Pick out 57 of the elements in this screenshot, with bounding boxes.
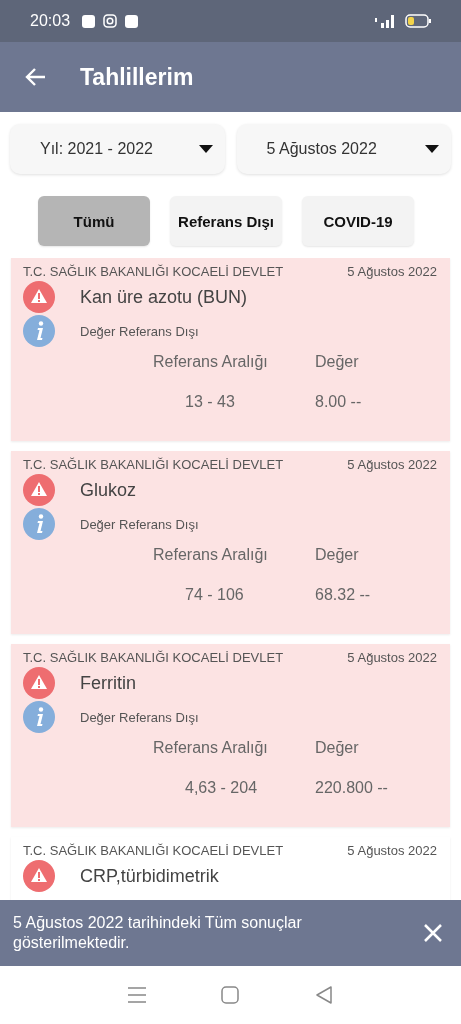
hospital-name: T.C. SAĞLIK BAKANLIĞI KOCAELİ DEVLET xyxy=(23,650,284,665)
test-name: Ferritin xyxy=(80,672,136,694)
result-date: 5 Ağustos 2022 xyxy=(347,457,437,472)
filter-tab[interactable]: COVID-19 xyxy=(302,196,414,246)
warning-icon xyxy=(23,667,55,699)
result-date: 5 Ağustos 2022 xyxy=(347,843,437,858)
column-label: Referans Aralığı xyxy=(153,353,269,371)
column-label: Değer xyxy=(314,353,360,371)
dropdown[interactable]: 5 Ağustos 2022 xyxy=(236,124,451,174)
dropdown-caret-icon xyxy=(425,145,439,153)
test-name: Kan üre azotu (BUN) xyxy=(80,286,248,308)
filter-tab[interactable]: Tümü xyxy=(38,196,150,246)
filter-tab[interactable]: Referans Dışı xyxy=(170,196,282,246)
warning-icon xyxy=(23,281,55,313)
info-icon[interactable] xyxy=(23,701,55,733)
snackbar-message: 5 Ağustos 2022 tarihindeki Tüm sonuçlar gösterilmektedir. xyxy=(13,913,303,953)
info-icon[interactable] xyxy=(23,315,55,347)
column-label: Değer xyxy=(314,739,360,757)
result-card[interactable]: T.C. SAĞLIK BAKANLIĞI KOCAELİ DEVLET 5 Ağustos 2022 Kan üre azotu (BUN) Değer Referans Dışı Referans Aralığı Değer 13 - 43 8.00 -- xyxy=(11,258,450,441)
battery-icon xyxy=(405,14,431,28)
close-icon[interactable] xyxy=(423,923,443,943)
column-label: Referans Aralığı xyxy=(153,739,269,757)
result-value: 8.00 -- xyxy=(314,393,363,411)
result-date: 5 Ağustos 2022 xyxy=(347,650,437,665)
warning-icon xyxy=(23,474,55,506)
status-time: 20:03 xyxy=(30,12,71,30)
reference-range: 74 - 106 xyxy=(184,586,245,604)
info-icon[interactable] xyxy=(23,508,55,540)
dropdown-caret-icon xyxy=(198,145,213,153)
home-icon[interactable] xyxy=(221,986,240,1004)
test-name: Glukoz xyxy=(80,479,137,501)
result-card[interactable]: T.C. SAĞLIK BAKANLIĞI KOCAELİ DEVLET 5 Ağustos 2022 Glukoz Değer Referans Dışı Referans Aralığı Değer 74 - 106 68.32 -- xyxy=(11,451,450,634)
hospital-name: T.C. SAĞLIK BAKANLIĞI KOCAELİ DEVLET xyxy=(23,457,284,472)
signal-icon xyxy=(375,14,397,28)
camera-icon xyxy=(103,14,118,28)
back-icon[interactable] xyxy=(315,986,334,1004)
reference-range: 13 - 43 xyxy=(184,393,236,411)
dropdown[interactable]: Yıl: 2021 - 2022 xyxy=(10,124,225,174)
screen-title: Tahlillerim xyxy=(80,63,194,91)
result-date: 5 Ağustos 2022 xyxy=(347,264,437,279)
result-value: 68.32 -- xyxy=(314,586,372,604)
warning-icon xyxy=(23,860,55,892)
result-card[interactable]: T.C. SAĞLIK BAKANLIĞI KOCAELİ DEVLET 5 Ağustos 2022 Ferritin Değer Referans Dışı Referans Aralığı Değer 4,63 - 204 220.800 -- xyxy=(11,644,450,827)
result-card[interactable]: T.C. SAĞLIK BAKANLIĞI KOCAELİ DEVLET 5 Ağustos 2022 CRP,türbidimetrik xyxy=(11,837,450,900)
test-name: CRP,türbidimetrik xyxy=(80,865,219,887)
notification-icon xyxy=(125,14,139,28)
hospital-name: T.C. SAĞLIK BAKANLIĞI KOCAELİ DEVLET xyxy=(23,264,284,279)
hospital-name: T.C. SAĞLIK BAKANLIĞI KOCAELİ DEVLET xyxy=(23,843,284,858)
result-value: 220.800 -- xyxy=(314,779,389,797)
status-note: Değer Referans Dışı xyxy=(80,516,199,532)
notification-icon xyxy=(82,14,96,28)
menu-icon[interactable] xyxy=(127,987,146,1003)
column-label: Referans Aralığı xyxy=(153,546,269,564)
reference-range: 4,63 - 204 xyxy=(184,779,259,797)
status-note: Değer Referans Dışı xyxy=(80,323,199,339)
status-note: Değer Referans Dışı xyxy=(80,709,199,725)
column-label: Değer xyxy=(314,546,360,564)
